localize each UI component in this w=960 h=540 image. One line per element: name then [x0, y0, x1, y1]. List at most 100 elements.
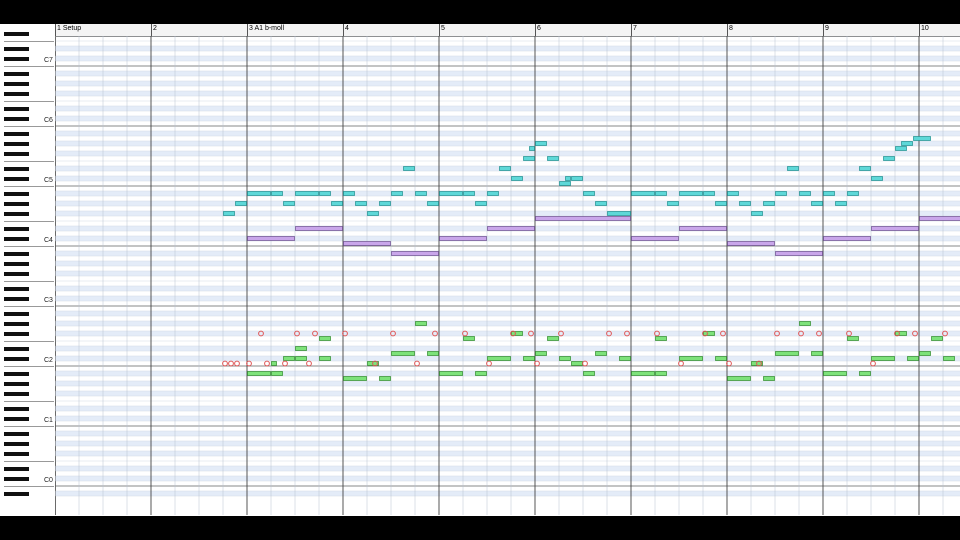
melody-note[interactable]	[487, 191, 499, 196]
black-key[interactable]	[4, 331, 29, 336]
bass-note[interactable]	[943, 356, 955, 361]
melody-note[interactable]	[565, 176, 571, 181]
drum-hit[interactable]	[222, 360, 228, 367]
melody-note[interactable]	[835, 201, 847, 206]
bass-note[interactable]	[871, 356, 895, 361]
melody-note[interactable]	[763, 201, 775, 206]
bass-note[interactable]	[931, 336, 943, 341]
black-key[interactable]	[4, 346, 29, 351]
black-key[interactable]	[4, 226, 29, 231]
bass-note[interactable]	[679, 356, 703, 361]
black-key[interactable]	[4, 166, 29, 171]
bass-note[interactable]	[811, 351, 823, 356]
bass-note[interactable]	[715, 356, 727, 361]
melody-note[interactable]	[295, 191, 319, 196]
melody-note[interactable]	[901, 141, 913, 146]
bass-note[interactable]	[859, 371, 871, 376]
black-key[interactable]	[4, 236, 29, 241]
black-key[interactable]	[4, 141, 29, 146]
melody-note[interactable]	[331, 201, 343, 206]
drum-hit[interactable]	[264, 360, 270, 367]
measure-label[interactable]: 10	[921, 25, 929, 32]
measure-label[interactable]: 2	[153, 25, 157, 32]
melody-note[interactable]	[799, 191, 811, 196]
chord-note[interactable]	[919, 216, 960, 221]
melody-note[interactable]	[787, 166, 799, 171]
black-key[interactable]	[4, 491, 29, 496]
bass-note[interactable]	[295, 356, 307, 361]
black-key[interactable]	[4, 81, 29, 86]
measure-label[interactable]: 8	[729, 25, 733, 32]
melody-note[interactable]	[559, 181, 571, 186]
bass-note[interactable]	[919, 351, 931, 356]
drum-hit[interactable]	[228, 360, 234, 367]
melody-note[interactable]	[247, 191, 271, 196]
drum-hit[interactable]	[414, 360, 420, 367]
black-key[interactable]	[4, 71, 29, 76]
black-key[interactable]	[4, 416, 29, 421]
drum-hit[interactable]	[582, 360, 588, 367]
melody-note[interactable]	[529, 146, 535, 151]
melody-note[interactable]	[463, 191, 475, 196]
black-key[interactable]	[4, 466, 29, 471]
bass-note[interactable]	[727, 376, 751, 381]
drum-hit[interactable]	[282, 360, 288, 367]
melody-note[interactable]	[355, 201, 367, 206]
black-key[interactable]	[4, 31, 29, 36]
black-key[interactable]	[4, 321, 29, 326]
chord-note[interactable]	[391, 251, 439, 256]
melody-note[interactable]	[607, 211, 631, 216]
melody-note[interactable]	[535, 141, 547, 146]
melody-note[interactable]	[739, 201, 751, 206]
bass-note[interactable]	[343, 376, 367, 381]
drum-hit[interactable]	[234, 360, 240, 367]
black-key[interactable]	[4, 201, 29, 206]
bass-note[interactable]	[391, 351, 415, 356]
black-key[interactable]	[4, 131, 29, 136]
bass-note[interactable]	[511, 331, 523, 336]
piano-keyboard[interactable]: C7 C6 C5 C4 C3 C2 C1 C0	[0, 31, 56, 515]
bass-note[interactable]	[535, 351, 547, 356]
drum-hit[interactable]	[870, 360, 876, 367]
melody-note[interactable]	[751, 211, 763, 216]
bass-note[interactable]	[439, 371, 463, 376]
melody-note[interactable]	[571, 176, 583, 181]
black-key[interactable]	[4, 431, 29, 436]
bass-note[interactable]	[595, 351, 607, 356]
bass-note[interactable]	[895, 331, 907, 336]
melody-note[interactable]	[415, 191, 427, 196]
chord-note[interactable]	[679, 226, 727, 231]
bass-note[interactable]	[463, 336, 475, 341]
bass-note[interactable]	[655, 336, 667, 341]
melody-note[interactable]	[547, 156, 559, 161]
black-key[interactable]	[4, 451, 29, 456]
chord-note[interactable]	[343, 241, 391, 246]
measure-label[interactable]: 4	[345, 25, 349, 32]
chord-note[interactable]	[631, 236, 679, 241]
melody-note[interactable]	[883, 156, 895, 161]
bass-note[interactable]	[247, 371, 271, 376]
melody-note[interactable]	[595, 201, 607, 206]
bass-note[interactable]	[283, 356, 295, 361]
chord-note[interactable]	[535, 216, 631, 221]
chord-note[interactable]	[295, 226, 343, 231]
melody-note[interactable]	[319, 191, 331, 196]
melody-note[interactable]	[439, 191, 463, 196]
bass-note[interactable]	[547, 336, 559, 341]
melody-note[interactable]	[703, 191, 715, 196]
melody-note[interactable]	[367, 211, 379, 216]
chord-note[interactable]	[775, 251, 823, 256]
melody-note[interactable]	[379, 201, 391, 206]
black-key[interactable]	[4, 441, 29, 446]
bass-note[interactable]	[775, 351, 799, 356]
measure-label[interactable]: 5	[441, 25, 445, 32]
melody-note[interactable]	[727, 191, 739, 196]
bass-note[interactable]	[907, 356, 919, 361]
bass-note[interactable]	[559, 356, 571, 361]
bass-note[interactable]	[583, 371, 595, 376]
black-key[interactable]	[4, 151, 29, 156]
measure-label[interactable]: 9	[825, 25, 829, 32]
bass-note[interactable]	[475, 371, 487, 376]
black-key[interactable]	[4, 371, 29, 376]
chord-note[interactable]	[487, 226, 535, 231]
